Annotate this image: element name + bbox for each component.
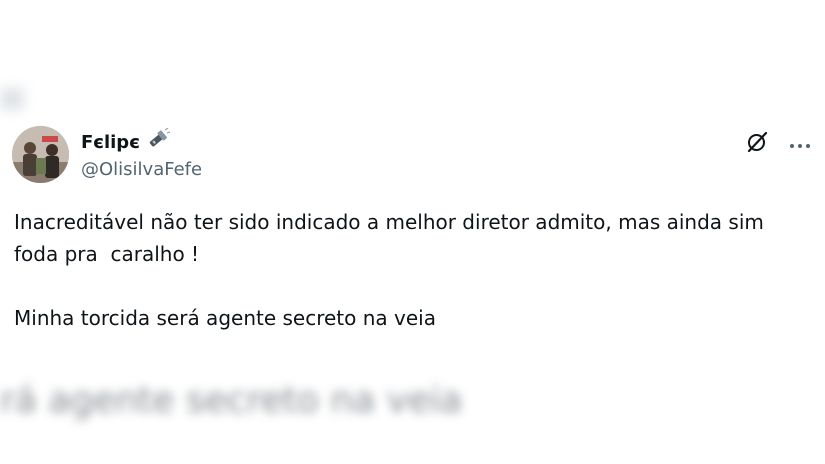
flashlight-icon — [146, 127, 171, 157]
tweet-screenshot: Fєlipє @OlisilvaFefe Inacreditável não t… — [0, 0, 825, 464]
tweet-text: Inacreditável não ter sido indicado a me… — [14, 210, 764, 330]
author-name-row[interactable]: Fєlipє — [81, 127, 202, 157]
more-icon[interactable] — [789, 135, 811, 154]
grok-icon[interactable] — [745, 130, 769, 158]
blurred-quote-text: rá agente secreto na veia — [0, 380, 463, 421]
avatar[interactable] — [12, 126, 69, 183]
author-display-name[interactable]: Fєlipє — [81, 131, 140, 155]
author-handle[interactable]: @OlisilvaFefe — [81, 159, 202, 181]
author-info: Fєlipє @OlisilvaFefe — [81, 127, 202, 181]
blurred-edge — [0, 88, 24, 110]
avatar-image — [12, 126, 69, 183]
tweet-actions — [745, 130, 811, 158]
